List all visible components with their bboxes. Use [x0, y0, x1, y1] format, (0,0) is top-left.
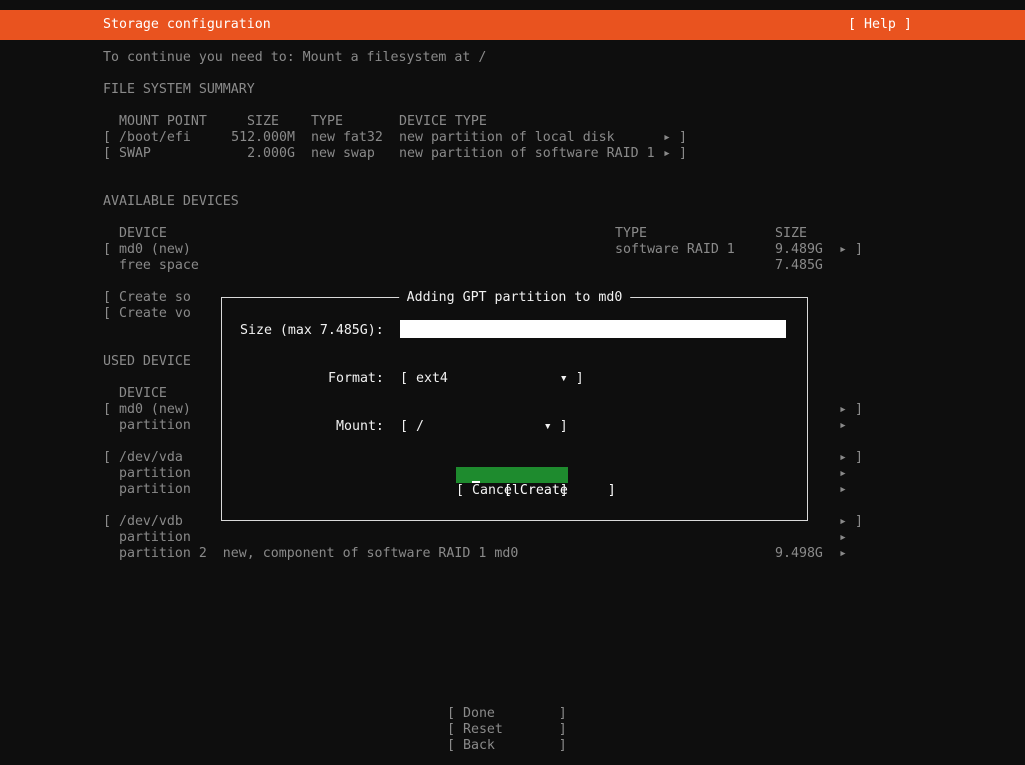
- text-cursor: [472, 467, 480, 483]
- col-size: SIZE: [775, 226, 807, 241]
- filesystem-summary-header: MOUNT POINT SIZE TYPE DEVICE TYPE: [0, 114, 1025, 130]
- fs-device-type: new partition of software RAID 1: [399, 146, 655, 161]
- expand-arrow-icon: ▸ ]: [839, 450, 863, 465]
- partition-row[interactable]: partition 2 new, component of software R…: [0, 546, 1025, 562]
- fs-mount-point: [ /boot/efi: [103, 130, 191, 145]
- mount-select[interactable]: [ / ▾ ]: [400, 419, 568, 435]
- expand-arrow-icon: ▸: [839, 482, 847, 497]
- device-name: [ /dev/vda: [103, 450, 183, 465]
- expand-arrow-icon: ▸: [839, 466, 847, 481]
- create-software-raid-action[interactable]: [ Create so: [103, 290, 191, 306]
- available-devices-header: DEVICE TYPE SIZE: [0, 226, 1025, 242]
- reset-button[interactable]: [ Reset ]: [447, 722, 567, 738]
- device-size: 9.489G: [775, 242, 823, 257]
- device-row-md0[interactable]: [ md0 (new) software RAID 1 9.489G ▸ ]: [0, 242, 1025, 258]
- free-space-row[interactable]: free space 7.485G: [0, 258, 1025, 274]
- title-bar: Storage configuration [ Help ]: [0, 10, 1025, 40]
- expand-arrow-icon: ▸ ]: [839, 402, 863, 417]
- size-label: Size (max 7.485G):: [240, 323, 384, 338]
- partition-size: 9.498G: [775, 546, 823, 561]
- format-select[interactable]: [ ext4 ▾ ]: [400, 371, 584, 387]
- available-devices-title: AVAILABLE DEVICES: [103, 194, 239, 209]
- device-name: [ /dev/vdb: [103, 514, 183, 529]
- fs-device-type: new partition of local disk: [399, 130, 615, 145]
- partition-label: partition: [103, 530, 191, 545]
- cancel-button[interactable]: [ Cancel ]: [456, 483, 568, 499]
- help-button[interactable]: [ Help ]: [848, 10, 912, 40]
- col-device-type: DEVICE TYPE: [399, 114, 487, 129]
- storage-configuration-screen: Storage configuration [ Help ] To contin…: [0, 0, 1025, 765]
- create-volume-group-action[interactable]: [ Create vo: [103, 306, 191, 322]
- partition-label: partition: [103, 466, 191, 481]
- fs-type: new swap: [311, 146, 375, 161]
- device-name: free space: [103, 258, 199, 273]
- expand-arrow-icon: ▸ ]: [839, 242, 863, 257]
- col-size: SIZE: [247, 114, 279, 129]
- partition-label: partition: [103, 418, 191, 433]
- col-mount-point: MOUNT POINT: [119, 114, 207, 129]
- col-type: TYPE: [311, 114, 343, 129]
- add-gpt-partition-dialog: Adding GPT partition to md0 Size (max 7.…: [221, 290, 808, 521]
- device-type: software RAID 1: [615, 242, 735, 257]
- expand-arrow-icon: ▸: [839, 546, 847, 561]
- used-devices-title: USED DEVICE: [103, 354, 191, 369]
- fs-type: new fat32: [311, 130, 383, 145]
- device-name: [ md0 (new): [103, 402, 191, 417]
- expand-arrow-icon: ▸ ]: [839, 514, 863, 529]
- partition-label: partition: [103, 482, 191, 497]
- format-label: Format:: [328, 371, 384, 386]
- col-device: DEVICE: [119, 226, 167, 241]
- page-title: Storage configuration: [103, 17, 271, 32]
- col-device: DEVICE: [119, 386, 167, 401]
- filesystem-summary-title: FILE SYSTEM SUMMARY: [103, 82, 255, 97]
- create-button[interactable]: [ Create ]: [456, 467, 616, 498]
- expand-arrow-icon: ▸ ]: [663, 146, 687, 161]
- dialog-title: Adding GPT partition to md0: [398, 290, 631, 306]
- fs-size: 2.000G: [247, 146, 295, 161]
- col-type: TYPE: [615, 226, 647, 241]
- expand-arrow-icon: ▸: [839, 418, 847, 433]
- expand-arrow-icon: ▸ ]: [663, 130, 687, 145]
- fs-summary-row[interactable]: [ SWAP 2.000G new swap new partition of …: [0, 146, 1025, 162]
- device-size: 7.485G: [775, 258, 823, 273]
- continue-notice: To continue you need to: Mount a filesys…: [103, 50, 487, 65]
- partition-row[interactable]: partition ▸: [0, 530, 1025, 546]
- size-input[interactable]: [400, 320, 786, 338]
- device-name: [ md0 (new): [103, 242, 191, 257]
- partition-label: partition 2 new, component of software R…: [103, 546, 519, 561]
- done-button[interactable]: [ Done ]: [447, 706, 567, 722]
- fs-size: 512.000M: [231, 130, 295, 145]
- expand-arrow-icon: ▸: [839, 530, 847, 545]
- mount-label: Mount:: [336, 419, 384, 434]
- fs-mount-point: [ SWAP: [103, 146, 151, 161]
- back-button[interactable]: [ Back ]: [447, 738, 567, 754]
- fs-summary-row[interactable]: [ /boot/efi 512.000M new fat32 new parti…: [0, 130, 1025, 146]
